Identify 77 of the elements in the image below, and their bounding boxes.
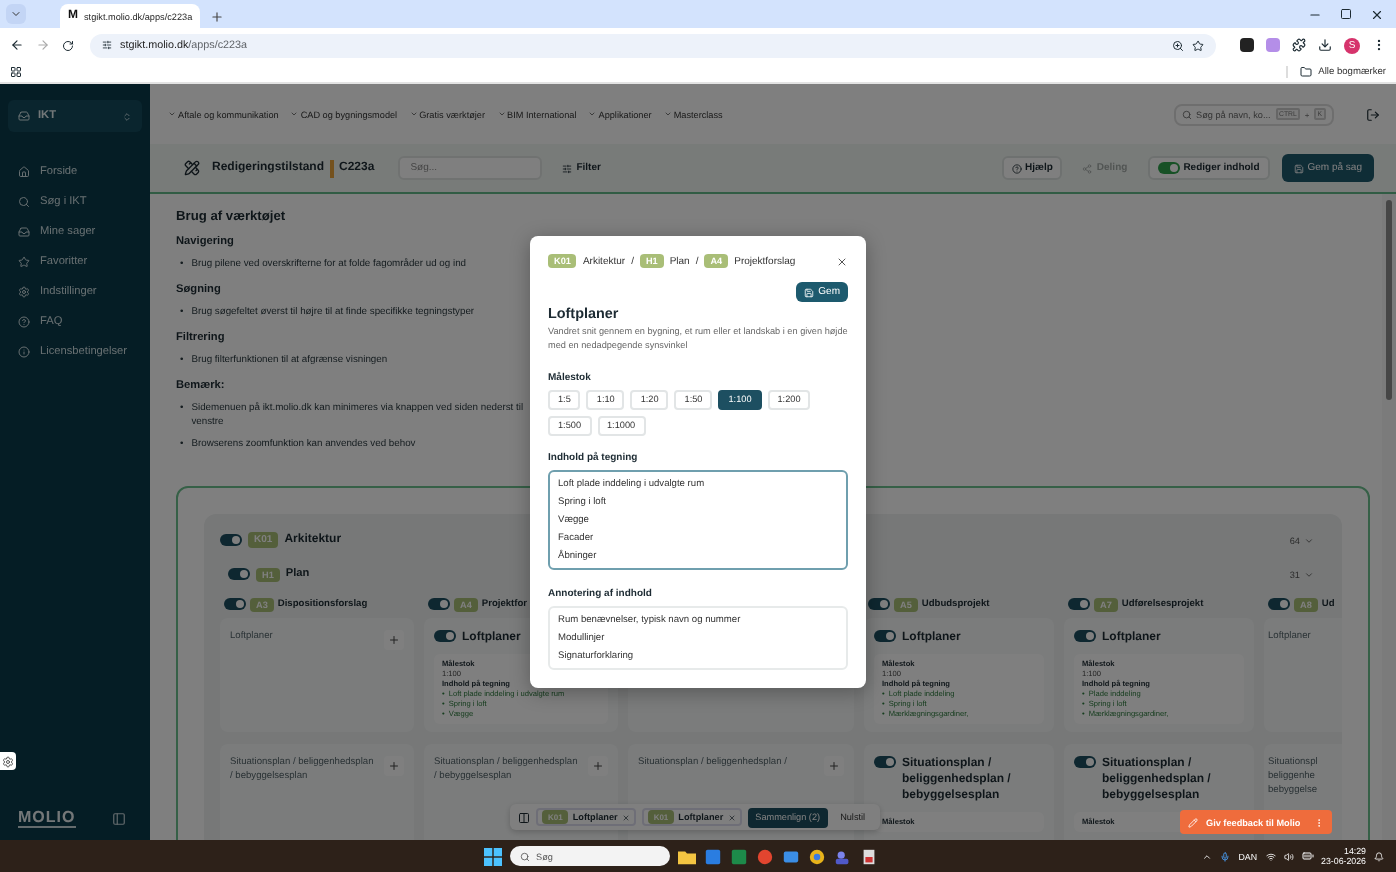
puzzle-icon[interactable] <box>1292 38 1306 52</box>
info-icon <box>18 345 30 357</box>
toggle-switch[interactable] <box>224 598 246 610</box>
zoom-icon <box>1172 39 1184 51</box>
home-icon <box>18 165 30 177</box>
filter-icon <box>562 163 573 173</box>
close-button[interactable] <box>836 255 848 267</box>
windows-start-icon[interactable] <box>484 847 502 865</box>
new-tab-button[interactable] <box>210 10 224 24</box>
bookmark-star-icon[interactable] <box>1192 39 1204 51</box>
plus-icon <box>592 760 604 772</box>
save-icon <box>1293 163 1304 173</box>
back-icon[interactable] <box>10 38 24 52</box>
save-icon <box>804 287 815 297</box>
toggle-switch[interactable] <box>1074 630 1096 642</box>
toggle-switch[interactable] <box>428 598 450 610</box>
toggle-switch[interactable] <box>874 756 896 768</box>
battery-icon[interactable] <box>1301 850 1314 862</box>
plus-icon <box>388 760 400 772</box>
apps-grid-icon[interactable] <box>10 66 22 78</box>
settings-button[interactable] <box>0 752 16 770</box>
close-icon[interactable] <box>1370 7 1384 21</box>
toggle-switch[interactable] <box>434 630 456 642</box>
microphone-icon[interactable] <box>1220 851 1231 861</box>
search-icon <box>18 195 30 207</box>
search-icon <box>1182 109 1192 119</box>
help-icon <box>18 315 30 327</box>
scrollbar-thumb[interactable] <box>1386 200 1392 400</box>
people-icon[interactable] <box>834 847 852 865</box>
toggle-switch[interactable] <box>868 598 890 610</box>
toggle-switch[interactable] <box>1068 598 1090 610</box>
settings-icon <box>18 285 30 297</box>
chevron-up-icon[interactable] <box>1202 851 1213 861</box>
toggle-switch[interactable] <box>1268 598 1290 610</box>
plus-icon <box>388 634 400 646</box>
help-icon <box>1011 163 1022 173</box>
sheet-icon[interactable] <box>730 847 748 865</box>
folder-icon[interactable] <box>678 847 696 865</box>
chevron-down-icon <box>1304 535 1314 545</box>
download-icon[interactable] <box>1318 38 1332 52</box>
volume-icon[interactable] <box>1283 851 1294 861</box>
browser-icon[interactable] <box>808 847 826 865</box>
wifi-icon[interactable] <box>1265 851 1276 861</box>
forward-icon[interactable] <box>36 38 50 52</box>
share-icon <box>1082 163 1093 173</box>
mail-icon[interactable] <box>782 847 800 865</box>
star-icon <box>18 255 30 267</box>
toggle-switch[interactable] <box>874 630 896 642</box>
document-icon[interactable] <box>860 847 878 865</box>
plus-icon <box>828 760 840 772</box>
toggle-switch[interactable] <box>220 534 242 546</box>
logo: MOLIO <box>18 810 76 828</box>
menu-icon[interactable] <box>1372 38 1386 52</box>
toggle-switch[interactable] <box>228 568 250 580</box>
chevron-down-icon <box>1304 569 1314 579</box>
columns-icon <box>518 811 530 823</box>
chevron-down-icon <box>10 8 22 20</box>
toggle-switch[interactable] <box>1074 756 1096 768</box>
inbox-icon <box>18 225 30 237</box>
gear-icon <box>2 755 14 767</box>
workspace-icon <box>18 110 30 122</box>
close-icon <box>836 255 848 267</box>
logout-icon[interactable] <box>1366 107 1380 121</box>
folder-icon <box>1300 66 1313 78</box>
notification-icon[interactable] <box>1374 851 1384 861</box>
tab-list-button[interactable] <box>6 4 26 24</box>
site-info-icon <box>102 40 112 50</box>
chevrons-icon <box>122 111 132 121</box>
collapse-sidebar-icon[interactable] <box>112 812 126 826</box>
pencil-icon <box>1188 817 1198 827</box>
plus-icon <box>210 10 224 24</box>
maximize-icon[interactable] <box>1340 8 1352 20</box>
pencil-ruler-icon <box>184 160 200 176</box>
window-icon[interactable] <box>704 847 722 865</box>
reload-icon[interactable] <box>62 39 74 51</box>
search-icon <box>520 851 530 861</box>
circle-icon[interactable] <box>756 847 774 865</box>
